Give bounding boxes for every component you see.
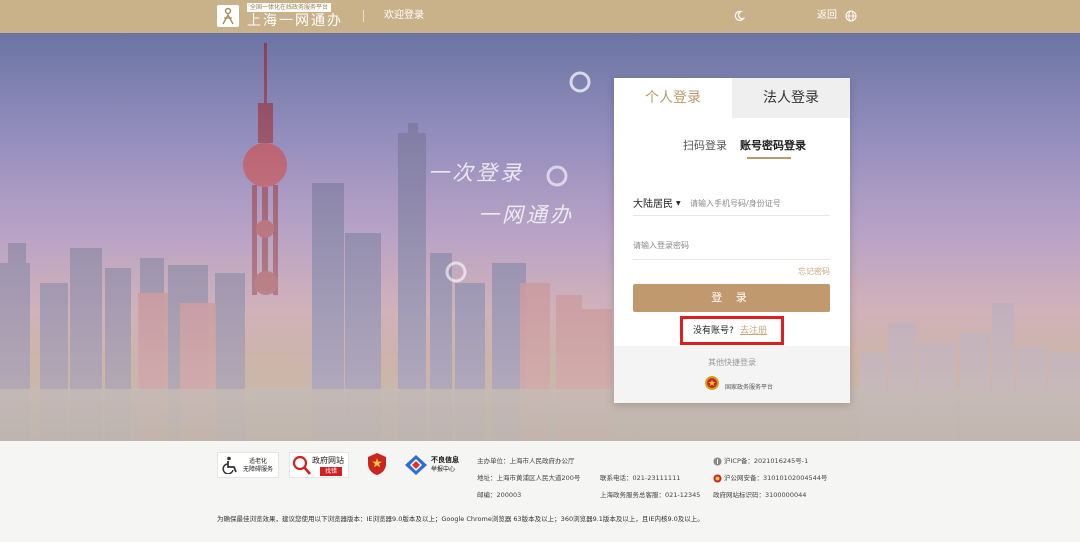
magnifier-icon (292, 455, 311, 475)
welcome-text: 欢迎登录 (384, 10, 424, 21)
region-select[interactable]: 大陆居民 ▼ (633, 197, 681, 212)
login-card: 个人登录 法人登录 扫码登录 账号密码登录 大陆居民▼ 忘记密码 登 录 没有账… (614, 78, 850, 403)
icp-info[interactable]: 沪ICP备：2021016245号-1 (724, 457, 808, 466)
tab-qr-login[interactable]: 扫码登录 (683, 139, 727, 153)
accessibility-badge[interactable]: 适老化 无障碍服务 (217, 452, 279, 478)
header-divider (363, 10, 364, 22)
report-center-badge[interactable]: 不良信息 举报中心 (404, 454, 459, 480)
national-platform-link[interactable]: 国家政务服务平台 (725, 383, 773, 393)
active-tab-indicator (747, 157, 791, 159)
logo-icon[interactable] (217, 5, 239, 27)
accessibility-line-2: 无障碍服务 (243, 466, 274, 473)
address-info: 地址：上海市黄浦区人民大道200号 (477, 474, 581, 482)
browser-recommendation: 为确保最佳浏览效果，建议您使用以下浏览器版本：IE浏览器9.0版本及以上；Goo… (217, 515, 704, 523)
login-button[interactable]: 登 录 (633, 284, 830, 312)
slogan-line-2: 一网通办 (478, 203, 574, 227)
login-type-tabs: 个人登录 法人登录 (614, 78, 850, 118)
tab-personal-login[interactable]: 个人登录 (614, 78, 732, 118)
hero-banner: 一次登录 一网通办 (0, 33, 1080, 441)
postcode-info: 邮编：200003 (477, 491, 522, 499)
quick-login-section (614, 346, 850, 403)
logo-title[interactable]: 上海一网通办 (247, 13, 343, 29)
account-input[interactable] (690, 195, 830, 211)
accessibility-line-1: 适老化 (249, 458, 268, 465)
globe-icon[interactable] (845, 10, 857, 22)
site-id-info: 政府网站标识码：3100000044 (713, 491, 807, 499)
police-record-icon (713, 474, 722, 483)
input-underline (633, 259, 830, 260)
hotline-info: 上海政务服务总客服：021-12345 (600, 491, 701, 499)
report-line-2: 举报中心 (431, 466, 456, 473)
input-underline (633, 215, 830, 216)
password-input[interactable] (633, 237, 830, 253)
register-link[interactable]: 去注册 (740, 325, 767, 337)
icp-icon (713, 457, 722, 466)
report-center-icon (405, 455, 427, 475)
night-mode-icon[interactable] (733, 10, 745, 22)
skyline-illustration (0, 33, 1080, 441)
tab-password-login[interactable]: 账号密码登录 (740, 139, 806, 153)
police-badge-icon[interactable] (366, 452, 388, 476)
wheelchair-icon (222, 456, 237, 474)
report-line-1: 不良信息 (431, 456, 459, 464)
no-account-text: 没有账号? (693, 326, 734, 336)
police-record-info[interactable]: 沪公网安备：31010102004544号 (724, 474, 827, 483)
region-label: 大陆居民 (633, 199, 673, 210)
top-bar: 全国一体化在线政务服务平台 上海一网通办 欢迎登录 返回 (0, 0, 1080, 33)
back-link[interactable]: 返回 (817, 9, 837, 23)
errata-line-2: 找错 (320, 467, 342, 476)
caret-down-icon: ▼ (676, 200, 681, 207)
forgot-password-link[interactable]: 忘记密码 (798, 266, 830, 278)
phone-info: 联系电话：021-23111111 (600, 474, 681, 482)
national-emblem-icon[interactable] (704, 375, 720, 391)
tab-legal-login[interactable]: 法人登录 (732, 78, 850, 118)
logo-subtitle: 全国一体化在线政务服务平台 (247, 3, 332, 12)
slogan-line-1: 一次登录 (428, 161, 524, 185)
other-login-title: 其他快捷登录 (708, 358, 756, 367)
sponsor-info: 主办单位：上海市人民政府办公厅 (477, 457, 575, 465)
errata-line-1: 政府网站 (312, 456, 344, 465)
report-error-badge[interactable]: 政府网站 找错 (289, 452, 349, 478)
footer: 适老化 无障碍服务 政府网站 找错 不良信息 举报中心 主办单位：上海市人民政府… (0, 441, 1080, 542)
